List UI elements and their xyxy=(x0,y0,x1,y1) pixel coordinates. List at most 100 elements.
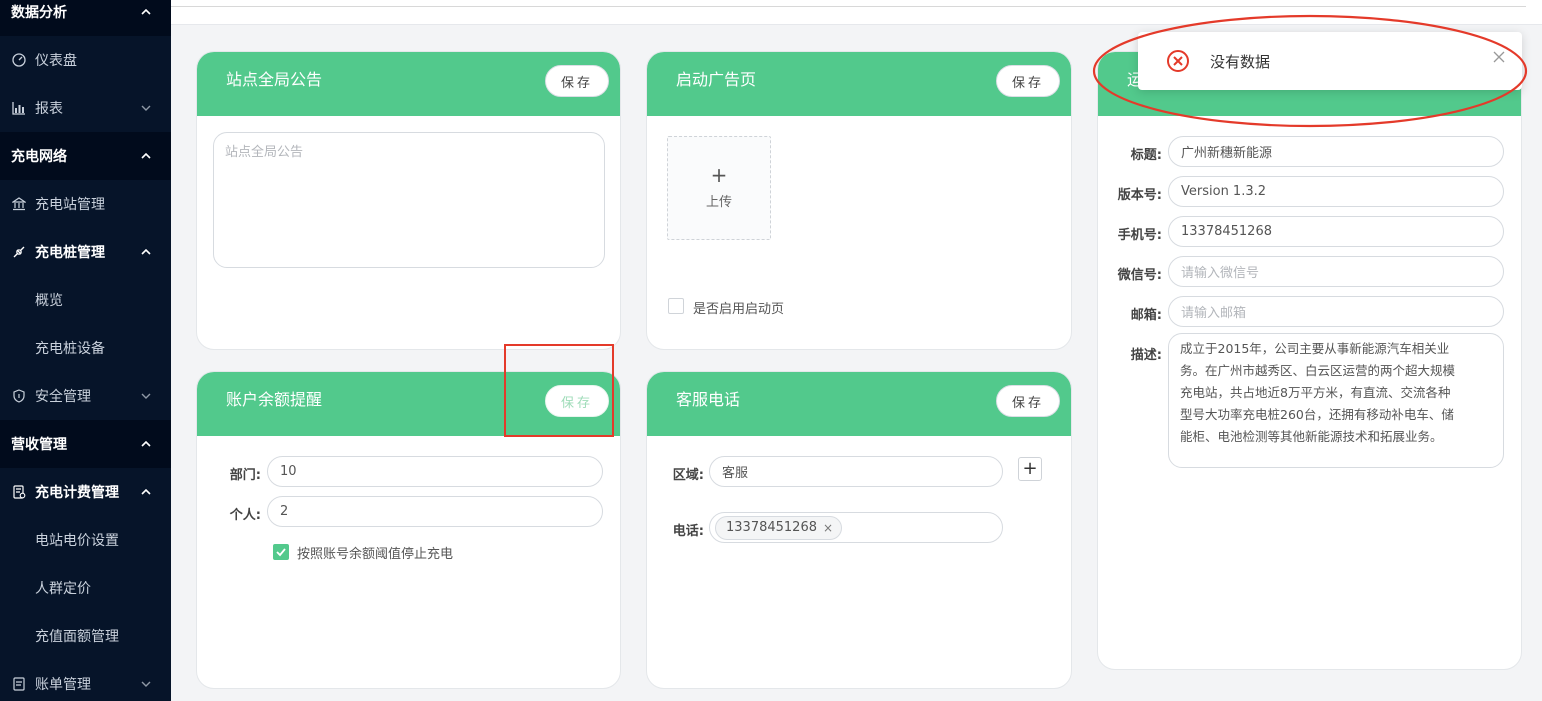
stop-charging-label: 按照账号余额阈值停止充电 xyxy=(297,547,454,562)
upload-label: 上传 xyxy=(705,195,732,210)
chart-icon xyxy=(11,100,27,116)
operator-info-card: 运 标题: 广州新穗新能源 版本号: Version 1.3.2 手机号: 13… xyxy=(1097,51,1522,670)
sidebar-item-label: 安全管理 xyxy=(35,389,91,405)
card-title: 客服电话 xyxy=(676,390,741,409)
sidebar-item-label: 人群定价 xyxy=(35,581,91,597)
wechat-input[interactable]: 请输入微信号 xyxy=(1168,256,1504,287)
menu-group-revenue[interactable]: 营收管理 xyxy=(0,420,171,468)
chevron-down-icon xyxy=(139,389,153,403)
department-input[interactable]: 10 xyxy=(267,456,603,487)
field-label: 区域: xyxy=(672,468,704,483)
sidebar-item-reports[interactable]: 报表 xyxy=(0,84,171,132)
field-label: 标题: xyxy=(1130,148,1162,163)
description-textarea[interactable]: 成立于2015年，公司主要从事新能源汽车相关业 务。在广州市越秀区、白云区运营的… xyxy=(1168,333,1504,468)
sidebar-item-label: 概览 xyxy=(35,293,63,309)
announcement-textarea[interactable]: 站点全局公告 xyxy=(213,132,605,268)
chevron-down-icon xyxy=(139,101,153,115)
description-line: 成立于2015年，公司主要从事新能源汽车相关业 xyxy=(1180,341,1450,356)
menu-group-label: 充电网络 xyxy=(11,149,67,165)
version-input[interactable]: Version 1.3.2 xyxy=(1168,176,1504,207)
phone-tags-input[interactable]: 13378451268 × xyxy=(709,512,1003,543)
check-icon xyxy=(276,548,286,557)
menu-group-data-analysis[interactable]: 数据分析 xyxy=(0,0,171,36)
billing-icon xyxy=(11,484,27,500)
sidebar-item-pile-devices[interactable]: 充电桩设备 xyxy=(0,324,171,372)
area-input[interactable]: 客服 xyxy=(709,456,1003,487)
enable-launch-checkbox[interactable] xyxy=(668,298,684,314)
title-input[interactable]: 广州新穗新能源 xyxy=(1168,136,1504,167)
menu-group-label: 营收管理 xyxy=(11,437,67,453)
bill-icon xyxy=(11,676,27,692)
close-icon[interactable]: × xyxy=(823,521,833,535)
chevron-up-icon xyxy=(139,5,153,19)
card-header: 站点全局公告 保存 xyxy=(197,52,620,116)
card-title: 启动广告页 xyxy=(676,70,757,89)
field-label: 版本号: xyxy=(1117,188,1162,203)
description-line: 型号大功率充电桩260台，还拥有移动补电车、储 xyxy=(1180,407,1454,422)
sidebar-item-label: 账单管理 xyxy=(35,677,91,693)
phone-tag: 13378451268 × xyxy=(715,515,843,540)
description-line: 务。在广州市越秀区、白云区运营的两个超大规模 xyxy=(1180,363,1456,378)
field-label: 描述: xyxy=(1130,348,1162,363)
email-input[interactable]: 请输入邮箱 xyxy=(1168,296,1504,327)
chevron-down-icon xyxy=(139,677,153,691)
description-line: 能柜、电池检测等其他新能源技术和拓展业务。 xyxy=(1180,429,1443,444)
description-line: 充电站，共占地近8万平方米，有直流、交流各种 xyxy=(1180,385,1451,400)
personal-input[interactable]: 2 xyxy=(267,496,603,527)
annotation-rectangle xyxy=(504,344,614,437)
card-title: 站点全局公告 xyxy=(226,70,323,89)
field-label: 邮箱: xyxy=(1130,308,1162,323)
chevron-up-icon xyxy=(139,437,153,451)
upload-box[interactable]: + 上传 xyxy=(667,136,771,240)
save-button[interactable]: 保存 xyxy=(545,65,609,97)
save-button[interactable]: 保存 xyxy=(996,385,1060,417)
menu-group-label: 数据分析 xyxy=(11,5,67,21)
plug-icon xyxy=(11,244,27,260)
divider xyxy=(171,6,1526,7)
sidebar-item-label: 充电桩设备 xyxy=(35,341,105,357)
bank-icon xyxy=(11,196,27,212)
stop-charging-checkbox[interactable] xyxy=(273,544,289,560)
sidebar-item-dashboard[interactable]: 仪表盘 xyxy=(0,36,171,84)
sidebar-item-station-pricing[interactable]: 电站电价设置 xyxy=(0,516,171,564)
field-label: 手机号: xyxy=(1117,228,1162,243)
sidebar-item-billing[interactable]: 充电计费管理 xyxy=(0,468,171,516)
sidebar: 数据分析 仪表盘 报表 充电网络 充电站管理 充电桩管理 概览 充电桩设备 安全… xyxy=(0,0,171,701)
sidebar-item-label: 充电计费管理 xyxy=(35,485,119,501)
chevron-up-icon xyxy=(139,485,153,499)
sidebar-item-security[interactable]: 安全管理 xyxy=(0,372,171,420)
plus-icon: + xyxy=(710,163,728,187)
annotation-ellipse xyxy=(1092,14,1528,128)
field-label: 部门: xyxy=(229,468,261,483)
chevron-up-icon xyxy=(139,245,153,259)
save-button[interactable]: 保存 xyxy=(996,65,1060,97)
card-header: 客服电话 保存 xyxy=(647,372,1071,436)
sidebar-item-label: 报表 xyxy=(35,101,63,117)
sidebar-item-label: 电站电价设置 xyxy=(35,533,119,549)
sidebar-item-label: 充电站管理 xyxy=(35,197,105,213)
sidebar-item-bills[interactable]: 账单管理 xyxy=(0,660,171,701)
add-button[interactable]: + xyxy=(1018,457,1042,481)
ad-page-card: 启动广告页 保存 + 上传 是否启用启动页 xyxy=(646,51,1072,350)
phone-input[interactable]: 13378451268 xyxy=(1168,216,1504,247)
chevron-up-icon xyxy=(139,149,153,163)
dashboard-icon xyxy=(11,52,27,68)
field-label: 电话: xyxy=(672,524,704,539)
announcement-card: 站点全局公告 保存 站点全局公告 xyxy=(196,51,621,350)
field-label: 微信号: xyxy=(1117,268,1162,283)
sidebar-item-group-pricing[interactable]: 人群定价 xyxy=(0,564,171,612)
sidebar-item-overview[interactable]: 概览 xyxy=(0,276,171,324)
sidebar-item-stations[interactable]: 充电站管理 xyxy=(0,180,171,228)
sidebar-item-label: 充值面额管理 xyxy=(35,629,119,645)
sidebar-item-pile-management[interactable]: 充电桩管理 xyxy=(0,228,171,276)
menu-group-charging-network[interactable]: 充电网络 xyxy=(0,132,171,180)
sidebar-item-label: 仪表盘 xyxy=(35,53,77,69)
service-phone-card: 客服电话 保存 区域: 客服 + 电话: 13378451268 × xyxy=(646,371,1072,689)
shield-icon xyxy=(11,388,27,404)
field-label: 个人: xyxy=(229,508,261,523)
card-title: 账户余额提醒 xyxy=(226,390,323,409)
phone-tag-text: 13378451268 xyxy=(726,520,817,535)
sidebar-item-label: 充电桩管理 xyxy=(35,245,105,261)
card-header: 启动广告页 保存 xyxy=(647,52,1071,116)
sidebar-item-recharge-denominations[interactable]: 充值面额管理 xyxy=(0,612,171,660)
